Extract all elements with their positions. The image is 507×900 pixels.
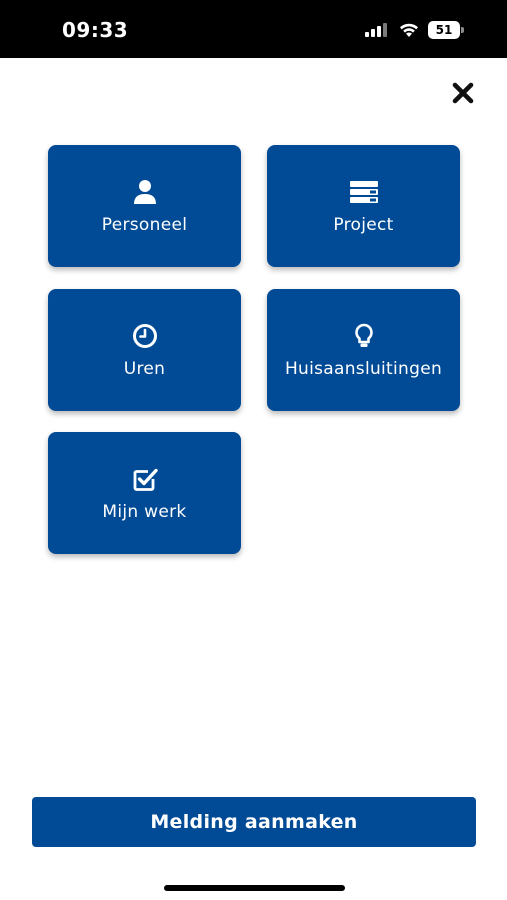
server-icon	[349, 181, 378, 203]
tile-label-project: Project	[333, 215, 394, 235]
create-report-button[interactable]: Melding aanmaken	[32, 797, 476, 847]
battery-level: 51	[435, 23, 453, 37]
tile-huisaansluitingen[interactable]: Huisaansluitingen	[267, 289, 460, 411]
tile-uren[interactable]: Uren	[48, 289, 241, 411]
tile-label-uren: Uren	[123, 359, 166, 379]
tile-label-mijn-werk: Mijn werk	[102, 502, 187, 522]
battery-cap	[461, 27, 464, 33]
status-bar: 09:33 51	[0, 0, 507, 58]
signal-icon	[365, 23, 387, 37]
clock-icon	[132, 324, 157, 348]
home-indicator[interactable]	[164, 885, 345, 891]
checkbox-icon	[133, 468, 158, 491]
close-button[interactable]	[446, 76, 480, 110]
tile-label-personeel: Personeel	[101, 215, 188, 235]
lightbulb-icon	[354, 323, 373, 347]
tile-project[interactable]: Project	[267, 145, 460, 267]
tile-label-huisaansluitingen: Huisaansluitingen	[284, 359, 443, 379]
tile-mijn-werk[interactable]: Mijn werk	[48, 432, 241, 554]
wifi-icon	[400, 23, 418, 37]
status-time: 09:33	[62, 18, 129, 42]
person-icon	[133, 180, 156, 204]
close-icon	[452, 82, 474, 104]
tile-personeel[interactable]: Personeel	[48, 145, 241, 267]
battery-icon: 51	[428, 21, 466, 39]
